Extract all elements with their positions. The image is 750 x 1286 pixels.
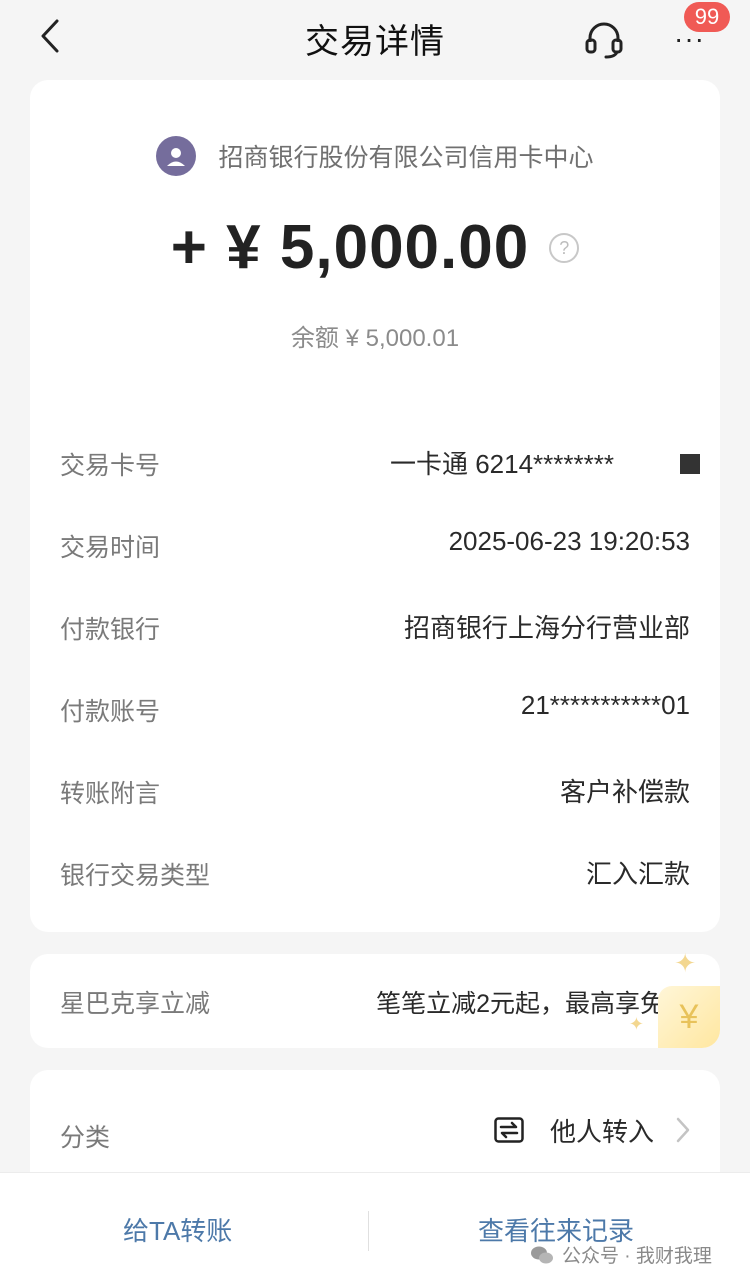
detail-value: 汇入汇款	[585, 859, 690, 889]
user-icon	[167, 148, 186, 166]
detail-row-payer-bank: 付款银行 招商银行上海分行营业部	[30, 596, 720, 656]
more-dots-icon: ···	[674, 23, 705, 54]
notification-badge: 99	[684, 2, 730, 32]
copy-icon[interactable]	[680, 454, 700, 474]
detail-label: 银行交易类型	[60, 862, 211, 890]
category-label: 分类	[60, 1124, 111, 1152]
promo-label: 星巴克享立减	[60, 990, 211, 1018]
detail-value: 2025-06-23 19:20:53	[448, 526, 690, 556]
transaction-card: 招商银行股份有限公司信用卡中心 + ¥ 5,000.00 ? 余额 ¥ 5,00…	[30, 80, 720, 932]
category-value: 他人转入	[549, 1116, 654, 1147]
avatar	[156, 136, 197, 176]
top-bar: 交易详情 ··· 99	[0, 0, 750, 76]
detail-row-time: 交易时间 2025-06-23 19:20:53	[30, 514, 720, 574]
watermark: 公众号 · 我财我理	[530, 1241, 712, 1268]
promo-banner[interactable]: 星巴克享立减 笔笔立减2元起，最高享免单 ✦ ✦ ¥	[30, 948, 720, 1048]
detail-value: 21***********01	[520, 690, 690, 720]
headset-icon	[585, 22, 623, 59]
balance-text: 余额 ¥ 5,000.01	[290, 325, 460, 352]
detail-label: 交易时间	[60, 534, 161, 562]
customer-service-button[interactable]	[582, 16, 626, 60]
page-title: 交易详情	[305, 23, 445, 61]
category-selector[interactable]: 他人转入	[494, 1110, 690, 1150]
amount-row: + ¥ 5,000.00 ?	[30, 212, 720, 283]
transfer-to-payer-button[interactable]: 给TA转账	[123, 1211, 232, 1248]
help-icon[interactable]: ?	[549, 232, 580, 263]
sparkle-icon: ✦	[674, 948, 696, 978]
detail-row-memo: 转账附言 客户补偿款	[30, 760, 720, 820]
detail-label: 交易卡号	[60, 452, 161, 480]
transaction-amount: + ¥ 5,000.00	[170, 213, 530, 282]
coupon-icon: ¥	[658, 986, 720, 1048]
payer-name: 招商银行股份有限公司信用卡中心	[218, 144, 594, 172]
transfer-icon	[494, 1117, 524, 1143]
detail-label: 转账附言	[60, 780, 161, 808]
detail-row-transaction-type: 银行交易类型 汇入汇款	[30, 842, 720, 902]
sparkle-icon: ✦	[628, 1014, 644, 1034]
detail-row-card-number: 交易卡号 一卡通 6214********	[30, 432, 720, 492]
detail-row-payer-account: 付款账号 21***********01	[30, 678, 720, 738]
chevron-right-icon	[676, 1117, 690, 1143]
detail-value: 一卡通 6214********	[389, 449, 614, 479]
bottom-action-bar: 给TA转账 查看往来记录 公众号 · 我财我理	[0, 1172, 750, 1286]
detail-label: 付款账号	[60, 698, 161, 726]
watermark-text: 公众号 · 我财我理	[562, 1246, 712, 1267]
detail-label: 付款银行	[60, 616, 161, 644]
divider	[368, 1211, 369, 1251]
detail-value: 招商银行上海分行营业部	[403, 613, 690, 643]
payer-info: 招商银行股份有限公司信用卡中心	[30, 136, 720, 176]
wechat-icon	[531, 1246, 553, 1263]
detail-value: 客户补偿款	[559, 777, 690, 807]
